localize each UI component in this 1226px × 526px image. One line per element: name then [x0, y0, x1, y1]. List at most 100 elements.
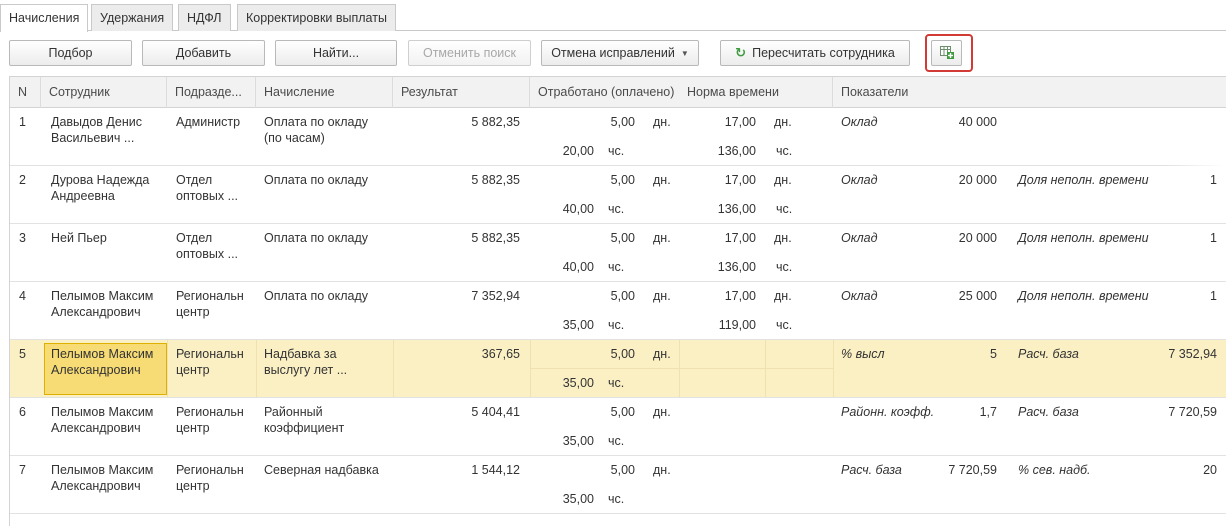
result-value: 1 544,12 — [471, 463, 520, 477]
indicator-2-value: 1 — [1210, 231, 1217, 245]
find-button[interactable]: Найти... — [275, 40, 397, 66]
worked-days-unit: дн. — [653, 347, 671, 361]
recalculate-employee-button[interactable]: ↻ Пересчитать сотрудника — [720, 40, 910, 66]
worked-days-unit: дн. — [653, 405, 671, 419]
worked-hours: 20,00 — [562, 144, 594, 158]
norm-hours: 136,00 — [717, 202, 756, 216]
table-row[interactable]: 5 Пелымов Максим Александрович Региональн це… — [10, 340, 1226, 398]
worked-hours: 40,00 — [562, 202, 594, 216]
column-header-n[interactable]: N — [10, 77, 41, 108]
norm-hours-unit: чс. — [776, 144, 793, 158]
cancel-corrections-button[interactable]: Отмена исправлений ▼ — [541, 40, 699, 66]
select-button[interactable]: Подбор — [9, 40, 132, 66]
table-row[interactable]: 7 Пелымов Максим Александрович Региональн це… — [10, 456, 1226, 514]
table-row[interactable]: 2 Дурова Надежда Андреевна Отдел оптовых ...… — [10, 166, 1226, 224]
cancel-search-button[interactable]: Отменить поиск — [408, 40, 531, 66]
department-line2: центр — [176, 421, 210, 435]
recalculate-label: Пересчитать сотрудника — [752, 46, 895, 60]
row-number: 3 — [19, 231, 26, 245]
indicator-1-name: % высл — [841, 347, 885, 361]
chevron-down-icon: ▼ — [680, 48, 689, 58]
table-row[interactable]: 1 Давыдов Денис Васильевич ... Администр Опл… — [10, 108, 1226, 166]
row-number: 6 — [19, 405, 26, 419]
employee-name: Дурова Надежда — [51, 173, 150, 187]
row-number: 4 — [19, 289, 26, 303]
indicator-1-value: 20 000 — [958, 231, 997, 245]
worked-days-unit: дн. — [653, 173, 671, 187]
accrual-type: Оплата по окладу — [264, 115, 369, 129]
accrual-type: Оплата по окладу — [264, 289, 369, 303]
employee-name-line2: Александрович — [51, 363, 141, 377]
indicator-2-value: 7 720,59 — [1168, 405, 1217, 419]
column-header-employee[interactable]: Сотрудник — [41, 77, 167, 108]
indicator-1-name: Оклад — [841, 115, 878, 129]
department-line2: центр — [176, 305, 210, 319]
worked-hours: 35,00 — [562, 318, 594, 332]
tab-ndfl[interactable]: НДФЛ — [178, 4, 231, 31]
column-header-norm[interactable]: Норма времени — [679, 77, 833, 108]
column-header-accrual[interactable]: Начисление — [256, 77, 393, 108]
cell-divider — [167, 340, 168, 397]
tab-accruals[interactable]: Начисления — [0, 4, 89, 32]
refresh-icon: ↻ — [735, 45, 747, 60]
cell-divider — [393, 340, 394, 397]
worked-days: 5,00 — [610, 173, 635, 187]
worked-hours-unit: чс. — [608, 260, 625, 274]
add-button[interactable]: Добавить — [142, 40, 265, 66]
norm-hours-unit: чс. — [776, 318, 793, 332]
worked-hours-unit: чс. — [608, 376, 625, 390]
employee-name: Давыдов Денис — [51, 115, 142, 129]
indicator-2-name: Доля неполн. времени — [1018, 231, 1149, 245]
tab-bar: Начисления Удержания НДФЛ Корректировки … — [0, 4, 1226, 32]
department-line2: центр — [176, 479, 210, 493]
worked-days-unit: дн. — [653, 463, 671, 477]
worked-days: 5,00 — [610, 115, 635, 129]
indicator-1-value: 40 000 — [958, 115, 997, 129]
indicator-1-name: Районн. коэфф. — [841, 405, 935, 419]
accrual-type-line2: (по часам) — [264, 131, 325, 145]
tab-deductions[interactable]: Удержания — [91, 4, 174, 31]
indicator-2-name: Доля неполн. времени — [1018, 173, 1149, 187]
department: Региональн — [176, 347, 244, 361]
accruals-table: N Сотрудник Подразде... Начисление Резул… — [9, 76, 1226, 526]
column-header-result[interactable]: Результат — [393, 77, 530, 108]
worked-days: 5,00 — [610, 463, 635, 477]
department: Отдел — [176, 173, 213, 187]
department: Региональн — [176, 289, 244, 303]
column-header-department[interactable]: Подразде... — [167, 77, 256, 108]
column-header-worked[interactable]: Отработано (оплачено) — [530, 77, 679, 108]
worked-hours: 40,00 — [562, 260, 594, 274]
department: Администр — [176, 115, 241, 129]
department: Региональн — [176, 405, 244, 419]
employee-name: Пелымов Максим — [51, 463, 154, 477]
accrual-type: Районный — [264, 405, 323, 419]
table-row[interactable]: 6 Пелымов Максим Александрович Региональн це… — [10, 398, 1226, 456]
row-number: 5 — [19, 347, 26, 361]
department-line2: оптовых ... — [176, 247, 239, 261]
employee-name-line2: Александрович — [51, 305, 141, 319]
worked-hours-unit: чс. — [608, 434, 625, 448]
worked-hours-unit: чс. — [608, 144, 625, 158]
indicator-2-value: 1 — [1210, 289, 1217, 303]
employee-name-line2: Александрович — [51, 421, 141, 435]
accrual-type-line2: выслугу лет ... — [264, 363, 348, 377]
column-header-indicators[interactable]: Показатели — [833, 77, 1223, 108]
employee-name: Пелымов Максим — [51, 405, 154, 419]
worked-days-unit: дн. — [653, 289, 671, 303]
table-row[interactable]: 4 Пелымов Максим Александрович Региональн це… — [10, 282, 1226, 340]
department-line2: центр — [176, 363, 210, 377]
norm-hours-unit: чс. — [776, 202, 793, 216]
table-row[interactable]: 3 Ней Пьер Отдел оптовых ... Оплата по оклад… — [10, 224, 1226, 282]
tab-payment-corrections[interactable]: Корректировки выплаты — [237, 4, 396, 31]
result-value: 5 882,35 — [471, 231, 520, 245]
indicator-2-value: 20 — [1203, 463, 1217, 477]
employee-name: Пелымов Максим — [51, 289, 154, 303]
table-add-button[interactable] — [931, 40, 962, 66]
row-fade — [1166, 165, 1226, 173]
worked-days: 5,00 — [610, 405, 635, 419]
result-value: 5 404,41 — [471, 405, 520, 419]
employee-name-line2: Васильевич ... — [51, 131, 135, 145]
indicator-1-value: 5 — [990, 347, 997, 361]
norm-hours: 136,00 — [717, 260, 756, 274]
norm-days-unit: дн. — [774, 231, 792, 245]
